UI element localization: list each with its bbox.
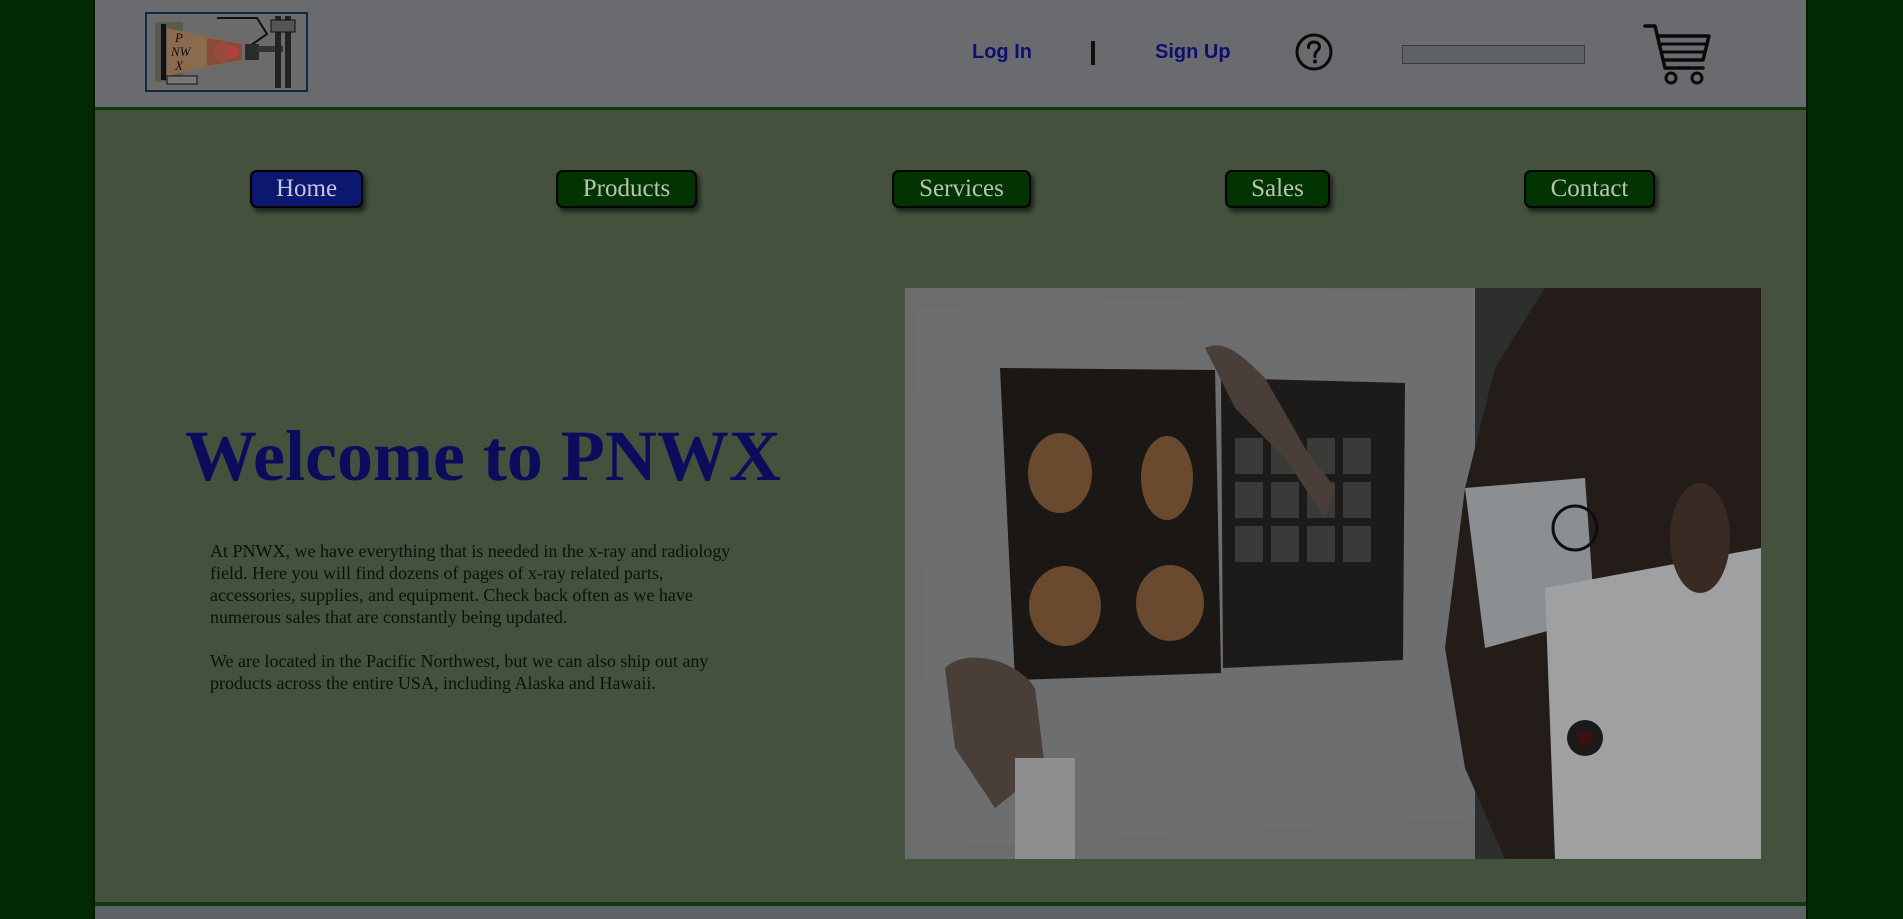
hero-image (905, 288, 1761, 859)
site-footer (95, 906, 1806, 919)
nav-services-button[interactable]: Services (892, 170, 1031, 208)
intro-paragraph: At PNWX, we have everything that is need… (210, 541, 731, 627)
doctor-xray-photo (905, 288, 1761, 859)
svg-text:P: P (174, 30, 183, 45)
site-header: P NW X Log In Sign Up (95, 0, 1806, 110)
pnwx-logo[interactable]: P NW X (145, 12, 308, 92)
login-link[interactable]: Log In (972, 41, 1032, 64)
auth-divider (1091, 41, 1095, 65)
signup-link[interactable]: Sign Up (1155, 41, 1231, 64)
svg-text:X: X (174, 58, 184, 73)
location-paragraph: We are located in the Pacific Northwest,… (210, 651, 709, 693)
nav-contact-button[interactable]: Contact (1524, 170, 1655, 208)
nav-home-button[interactable]: Home (250, 170, 363, 208)
xray-logo-graphic: P NW X (147, 14, 306, 90)
search-input[interactable] (1402, 45, 1585, 64)
nav-products-button[interactable]: Products (556, 170, 697, 208)
help-circle-icon[interactable] (1295, 33, 1333, 71)
shopping-cart-icon[interactable] (1643, 22, 1713, 86)
page-title: Welcome to PNWX (185, 416, 781, 496)
nav-sales-button[interactable]: Sales (1225, 170, 1330, 208)
svg-text:NW: NW (170, 44, 192, 59)
page-container: P NW X Log In Sign Up Home Products Serv… (93, 0, 1808, 919)
